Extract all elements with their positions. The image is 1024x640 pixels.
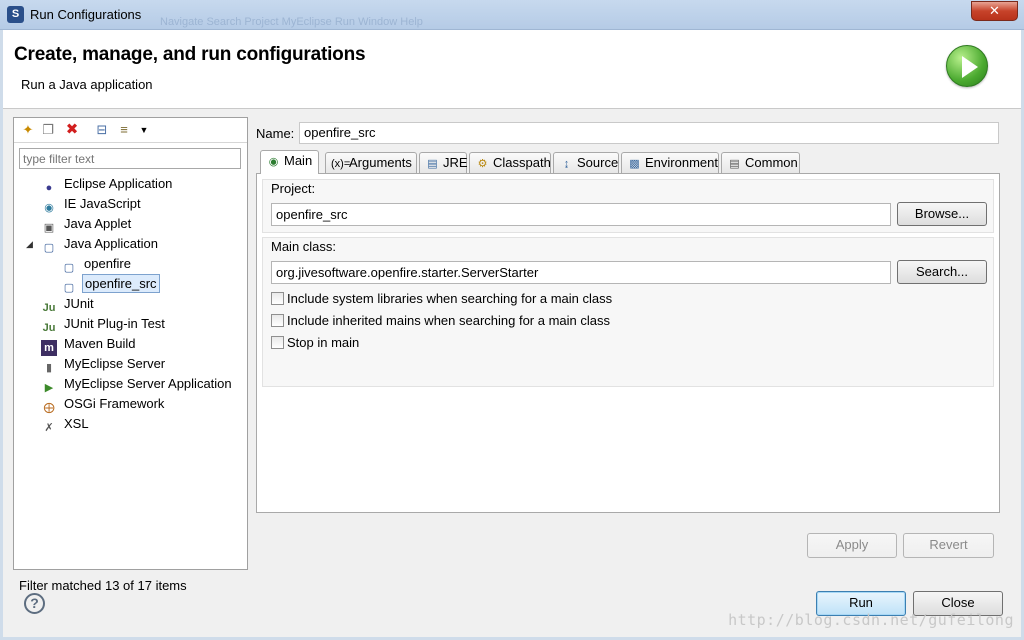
tree-item-myeclipse-server-application[interactable]: ▶ MyEclipse Server Application	[41, 375, 234, 395]
tab-jre[interactable]: ▤ JRE	[419, 152, 468, 173]
watermark: http://blog.csdn.net/gufeilong	[728, 611, 1014, 629]
tree-item-openfire[interactable]: ▢ openfire	[61, 255, 133, 275]
main-class-field[interactable]: org.jivesoftware.openfire.starter.Server…	[271, 261, 891, 284]
java-app-icon: ▢	[63, 282, 75, 294]
name-label: Name:	[256, 126, 295, 141]
xsl-icon: ✗	[44, 422, 54, 434]
junit-icon: Ju	[42, 302, 56, 314]
java-app-icon: ▢	[43, 242, 55, 254]
common-icon: ▤	[729, 158, 740, 170]
dialog-title: Create, manage, and run configurations	[14, 44, 366, 65]
config-list-panel: ✦ ❐ ✖ ⊟ ≡ ▼ ●Eclipse Application ◉IE Jav…	[13, 117, 248, 593]
maven-icon: m	[41, 340, 57, 356]
checkbox-box[interactable]	[271, 292, 284, 305]
main-class-group: Main class: org.jivesoftware.openfire.st…	[262, 237, 994, 387]
tab-environment[interactable]: ▩ Environment	[621, 152, 719, 173]
tree-item-eclipse-application[interactable]: ● Eclipse Application	[41, 175, 174, 195]
arguments-icon: (x)=	[331, 158, 351, 170]
filter-status: Filter matched 13 of 17 items	[19, 578, 187, 593]
filter-input[interactable]	[19, 148, 241, 169]
dropdown-arrow-icon[interactable]: ▼	[136, 122, 152, 138]
project-label: Project:	[271, 181, 316, 196]
run-banner-icon	[946, 45, 988, 87]
include-system-libraries-checkbox[interactable]: Include system libraries when searching …	[271, 291, 612, 309]
apply-button[interactable]: Apply	[807, 533, 897, 558]
name-field[interactable]: openfire_src	[299, 122, 999, 144]
server-app-icon: ▶	[44, 382, 54, 394]
help-icon[interactable]: ?	[24, 593, 45, 614]
tree-item-ie-javascript[interactable]: ◉ IE JavaScript	[41, 195, 143, 215]
jre-icon: ▤	[427, 158, 438, 170]
include-inherited-mains-checkbox[interactable]: Include inherited mains when searching f…	[271, 313, 610, 331]
title-bar: S Run Configurations Navigate Search Pro…	[0, 0, 1024, 30]
eclipse-icon: ●	[45, 182, 53, 194]
main-tab-content: Project: openfire_src Browse... Main cla…	[256, 173, 1000, 513]
main-tab-icon: ◉	[268, 156, 279, 168]
duplicate-icon[interactable]: ❐	[40, 122, 56, 138]
config-list-toolbar: ✦ ❐ ✖ ⊟ ≡ ▼	[14, 118, 247, 143]
project-group: Project: openfire_src Browse...	[262, 179, 994, 233]
tab-classpath[interactable]: ⚙ Classpath	[469, 152, 551, 173]
config-tabs: ◉ Main (x)=Arguments ▤ JRE ⚙ Classpath ↨ Sou…	[256, 150, 1000, 174]
globe-icon: ◉	[44, 202, 54, 214]
eclipse-app-icon: S	[7, 6, 24, 23]
tree-item-osgi-framework[interactable]: ⨁ OSGi Framework	[41, 395, 166, 415]
tree-expander-java-application[interactable]: ◢	[26, 239, 33, 250]
collapse-all-icon[interactable]: ⊟	[94, 122, 110, 138]
tab-main[interactable]: ◉ Main	[260, 150, 319, 174]
browse-button[interactable]: Browse...	[897, 202, 987, 226]
revert-button[interactable]: Revert	[903, 533, 994, 558]
tab-common[interactable]: ▤ Common	[721, 152, 800, 173]
project-field[interactable]: openfire_src	[271, 203, 891, 226]
new-config-icon[interactable]: ✦	[20, 122, 36, 138]
search-button[interactable]: Search...	[897, 260, 987, 284]
window-title: Run Configurations	[30, 7, 142, 22]
dialog-window: Create, manage, and run configurations R…	[3, 30, 1021, 637]
tab-source[interactable]: ↨ Source	[553, 152, 619, 173]
applet-icon: ▣	[43, 222, 55, 234]
main-class-label: Main class:	[271, 239, 337, 254]
tree-item-maven-build[interactable]: m Maven Build	[41, 335, 138, 356]
source-icon: ↨	[563, 158, 570, 170]
stop-in-main-checkbox[interactable]: Stop in main	[271, 335, 359, 353]
tree-item-myeclipse-server[interactable]: ▮ MyEclipse Server	[41, 355, 167, 375]
tree-item-junit-plugin-test[interactable]: Ju JUnit Plug-in Test	[41, 315, 167, 335]
tree-item-xsl[interactable]: ✗ XSL	[41, 415, 91, 435]
tree-item-junit[interactable]: Ju JUnit	[41, 295, 96, 315]
osgi-icon: ⨁	[43, 402, 55, 414]
checkbox-box[interactable]	[271, 336, 284, 349]
junit-plugin-icon: Ju	[42, 322, 56, 334]
java-app-icon: ▢	[63, 262, 75, 274]
dialog-header: Create, manage, and run configurations R…	[3, 30, 1021, 109]
background-menu-ghost: Navigate Search Project MyEclipse Run Wi…	[160, 16, 423, 28]
filter-icon[interactable]: ≡	[116, 122, 132, 138]
dialog-subtitle: Run a Java application	[21, 77, 153, 92]
delete-icon[interactable]: ✖	[64, 122, 80, 138]
environment-icon: ▩	[629, 158, 640, 170]
tree-item-java-applet[interactable]: ▣ Java Applet	[41, 215, 133, 235]
classpath-icon: ⚙	[477, 158, 488, 170]
checkbox-box[interactable]	[271, 314, 284, 327]
server-icon: ▮	[45, 362, 53, 374]
tree-item-java-application[interactable]: ▢ Java Application	[41, 235, 160, 255]
tab-arguments[interactable]: (x)=Arguments	[325, 152, 417, 173]
window-close-button[interactable]: ✕	[971, 1, 1018, 21]
tree-item-openfire-src[interactable]: ▢ openfire_src	[61, 274, 160, 295]
